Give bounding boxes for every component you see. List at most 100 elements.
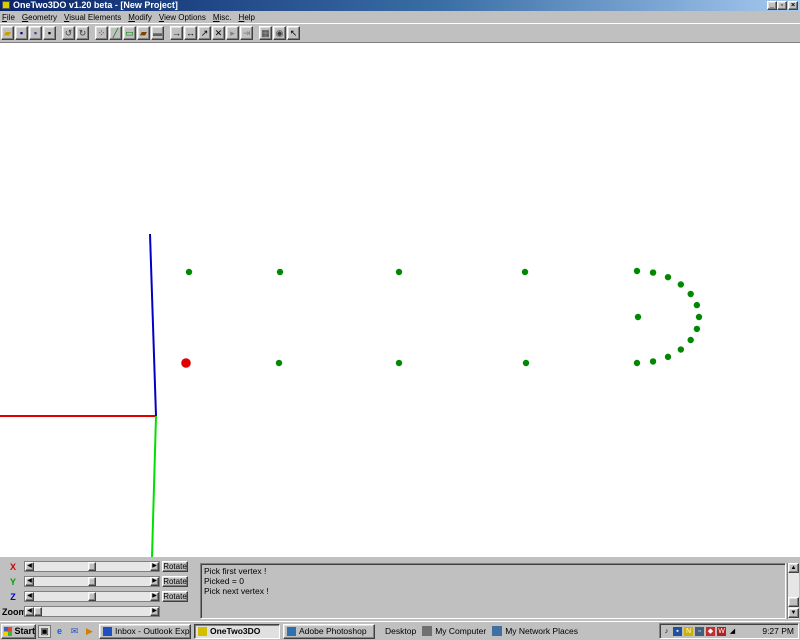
taskbar-button-adobe-photoshop[interactable]: Adobe Photoshop: [283, 623, 375, 639]
box-tool-icon[interactable]: ▰: [137, 26, 150, 40]
task-label: Inbox - Outlook Express: [115, 626, 190, 636]
vertex-point[interactable]: [677, 346, 685, 353]
vertex-point[interactable]: [276, 268, 284, 276]
tray-monitor-icon[interactable]: ▫: [695, 626, 704, 636]
tray-norton-icon[interactable]: N: [684, 626, 693, 636]
slider-right-icon[interactable]: ▶: [150, 562, 159, 571]
quicklaunch-desktop-icon[interactable]: ▣: [38, 624, 51, 638]
menu-geometry[interactable]: Geometry: [22, 13, 57, 22]
save-as-icon[interactable]: ▪: [29, 26, 42, 40]
vertex-point[interactable]: [664, 353, 672, 361]
close-button[interactable]: ×: [788, 1, 798, 10]
vertex-point[interactable]: [395, 268, 403, 276]
menu-view-options[interactable]: View Options: [159, 13, 206, 22]
pointer-icon[interactable]: ↖: [287, 26, 300, 40]
vertex-point[interactable]: [395, 359, 403, 367]
vertex-grid-icon[interactable]: ⁘: [95, 26, 108, 40]
disk-icon[interactable]: ▪: [43, 26, 56, 40]
minimize-button[interactable]: _: [767, 1, 777, 10]
start-button[interactable]: Start: [1, 623, 36, 639]
y-rotate-button[interactable]: Rotate: [162, 576, 188, 587]
taskbar-button-inbox-outlook-express[interactable]: Inbox - Outlook Express: [99, 623, 191, 639]
desk-toolbar-desktop[interactable]: Desktop: [385, 626, 416, 636]
slider-thumb[interactable]: [88, 562, 96, 571]
x-rotate-button[interactable]: Rotate: [162, 561, 188, 572]
menu-help[interactable]: Help: [239, 13, 255, 22]
scroll-down-icon[interactable]: ▼: [788, 608, 799, 618]
slider-left-icon[interactable]: ◀: [25, 592, 34, 601]
quicklaunch-ie-icon[interactable]: e: [53, 625, 66, 638]
tray-network-icon[interactable]: ▪: [673, 626, 682, 636]
taskbar-button-onetwo3do[interactable]: OneTwo3DO: [194, 623, 280, 639]
move-icon[interactable]: →: [170, 26, 183, 40]
save-icon[interactable]: ▪: [15, 26, 28, 40]
y-slider[interactable]: ◀ ▶: [24, 576, 160, 587]
quicklaunch-outlook-icon[interactable]: ✉: [68, 625, 81, 638]
step-forward-icon[interactable]: ▸: [226, 26, 239, 40]
log-scrollbar[interactable]: ▲ ▼: [787, 563, 799, 619]
vertex-point[interactable]: [185, 268, 193, 276]
slider-left-icon[interactable]: ◀: [25, 577, 34, 586]
app-icon[interactable]: [2, 1, 10, 9]
z-rotate-button[interactable]: Rotate: [162, 591, 188, 602]
vertex-point[interactable]: [687, 336, 694, 344]
slider-thumb[interactable]: [34, 607, 42, 616]
menu-visual-elements[interactable]: Visual Elements: [64, 13, 121, 22]
scene-canvas[interactable]: [0, 43, 800, 557]
plane-tool-icon[interactable]: ▬: [151, 26, 164, 40]
x-slider[interactable]: ◀ ▶: [24, 561, 160, 572]
vertex-point[interactable]: [693, 301, 701, 309]
task-app-icon: [103, 626, 112, 636]
scroll-thumb[interactable]: [788, 597, 799, 607]
step-end-icon[interactable]: ⇥: [240, 26, 253, 40]
slider-left-icon[interactable]: ◀: [25, 607, 34, 616]
tray-speaker-icon[interactable]: ♪: [662, 627, 671, 636]
z-slider[interactable]: ◀ ▶: [24, 591, 160, 602]
zoom-slider[interactable]: ◀ ▶: [24, 606, 160, 617]
menu-misc[interactable]: Misc.: [213, 13, 232, 22]
slider-thumb[interactable]: [88, 577, 96, 586]
diagonal-move-icon[interactable]: ↗: [198, 26, 211, 40]
vertex-point[interactable]: [664, 273, 672, 281]
redo-icon[interactable]: ↻: [76, 26, 89, 40]
vertex-point[interactable]: [687, 290, 694, 298]
3d-viewport[interactable]: [0, 43, 800, 557]
vertex-point[interactable]: [522, 359, 530, 367]
menu-file[interactable]: File: [2, 13, 15, 22]
vertex-point[interactable]: [633, 359, 641, 367]
undo-icon[interactable]: ↺: [62, 26, 75, 40]
vertex-point[interactable]: [677, 281, 685, 288]
menu-modify[interactable]: Modify: [128, 13, 152, 22]
vertex-point[interactable]: [633, 267, 641, 275]
vertex-point[interactable]: [695, 313, 703, 321]
desk-toolbar-my-network-places[interactable]: My Network Places: [492, 626, 578, 636]
quicklaunch-media-icon[interactable]: ▶: [83, 625, 96, 638]
scale-icon[interactable]: ✕: [212, 26, 225, 40]
tray-volume-icon[interactable]: ◢: [728, 627, 737, 636]
tray-shield-icon[interactable]: ◆: [706, 626, 715, 636]
slider-right-icon[interactable]: ▶: [150, 592, 159, 601]
rect-tool-icon[interactable]: ▭: [123, 26, 136, 40]
desk-toolbar-my-computer[interactable]: My Computer: [422, 626, 486, 636]
slider-left-icon[interactable]: ◀: [25, 562, 34, 571]
tray-winamp-icon[interactable]: W: [717, 626, 726, 636]
restore-button[interactable]: ▫: [777, 1, 787, 10]
render-icon[interactable]: ▦: [259, 26, 272, 40]
line-tool-icon[interactable]: ╱: [109, 26, 122, 40]
vertex-point[interactable]: [693, 325, 701, 333]
slider-thumb[interactable]: [88, 592, 96, 601]
view-eye-icon[interactable]: ◉: [273, 26, 286, 40]
vertex-point[interactable]: [275, 359, 283, 367]
y-axis-line: [151, 415, 157, 557]
move-both-icon[interactable]: ↔: [184, 26, 197, 40]
vertex-point[interactable]: [521, 268, 529, 276]
clock[interactable]: 9:27 PM: [762, 626, 798, 636]
open-icon[interactable]: ▰: [1, 26, 14, 40]
vertex-point[interactable]: [634, 313, 642, 321]
slider-right-icon[interactable]: ▶: [150, 577, 159, 586]
vertex-point[interactable]: [649, 358, 657, 365]
selected-vertex[interactable]: [181, 358, 191, 368]
slider-right-icon[interactable]: ▶: [150, 607, 159, 616]
scroll-up-icon[interactable]: ▲: [788, 563, 799, 573]
vertex-point[interactable]: [649, 269, 657, 276]
